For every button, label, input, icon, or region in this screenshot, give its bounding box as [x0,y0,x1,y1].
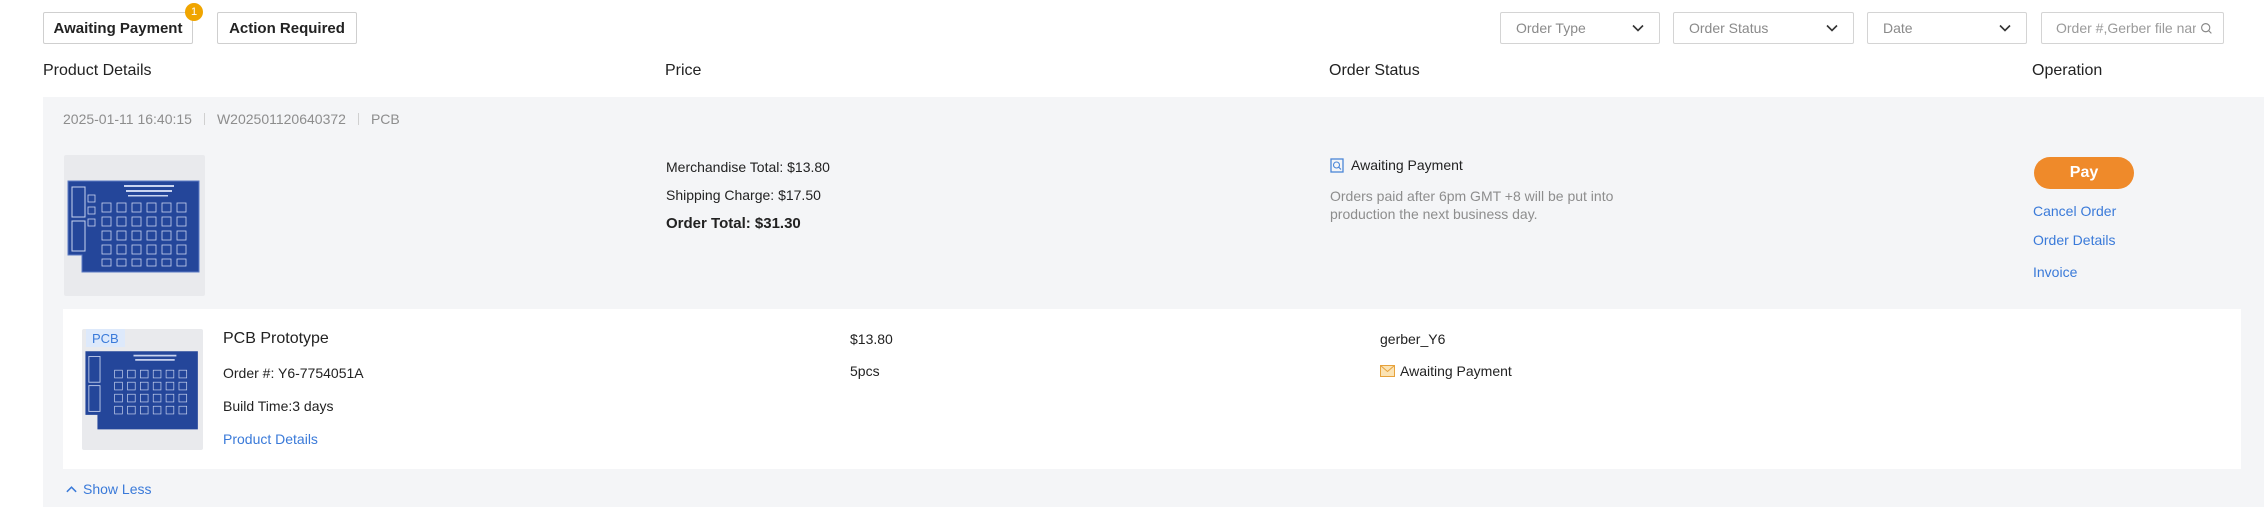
pcb-tag: PCB [86,329,125,347]
order-category: PCB [370,111,400,127]
search-icon[interactable] [2200,21,2213,36]
merchandise-total: Merchandise Total: $13.80 [666,159,830,175]
shipping-charge: Shipping Charge: $17.50 [666,187,821,203]
item-build-time: Build Time:3 days [223,398,334,414]
pcb-board-image [67,180,200,273]
pcb-board-image [85,351,198,430]
pay-button[interactable]: Pay [2034,157,2134,189]
order-search-box[interactable] [2041,12,2224,44]
tab-awaiting-payment-label: Awaiting Payment [53,19,183,37]
order-total: Order Total: $31.30 [666,215,801,232]
column-header-product: Product Details [43,62,152,79]
column-header-operation: Operation [2032,62,2103,79]
tab-awaiting-payment[interactable]: Awaiting Payment 1 [43,3,203,44]
production-note: Orders paid after 6pm GMT +8 will be put… [1330,188,1614,222]
invoice-link[interactable]: Invoice [2033,264,2077,280]
item-pcb-thumbnail [82,329,203,450]
order-pcb-thumbnail [64,155,205,296]
meta-divider [357,113,359,125]
item-status-label: Awaiting Payment [1400,363,1512,379]
column-header-order-status: Order Status [1329,62,1420,79]
item-gerber-file: gerber_Y6 [1380,331,1446,347]
hourglass-icon [1330,157,1344,173]
order-search-input[interactable] [2056,20,2196,36]
product-details-link[interactable]: Product Details [223,431,318,447]
item-title: PCB Prototype [223,330,329,347]
order-status-block: Awaiting Payment Orders paid after 6pm G… [1330,157,1620,223]
column-header-price: Price [665,62,702,79]
order-status-select[interactable]: Order Status [1673,12,1854,44]
meta-divider [203,113,205,125]
tab-action-required-label: Action Required [229,19,345,37]
order-item-panel [63,309,2241,469]
show-less-label: Show Less [83,481,152,497]
chevron-down-icon [1632,24,1644,32]
date-select[interactable]: Date [1867,12,2027,44]
order-details-link[interactable]: Order Details [2033,232,2115,248]
show-less-toggle[interactable]: Show Less [65,481,151,497]
order-status-label: Awaiting Payment [1351,157,1463,173]
order-type-select[interactable]: Order Type [1500,12,1660,44]
order-type-select-label: Order Type [1516,20,1586,36]
chevron-down-icon [1999,24,2011,32]
chevron-down-icon [1826,24,1838,32]
order-number: W202501120640372 [216,111,346,127]
order-date: 2025-01-11 16:40:15 [63,111,192,127]
tab-action-required[interactable]: Action Required [217,12,357,44]
chevron-up-icon [66,485,77,492]
date-select-label: Date [1883,20,1913,36]
envelope-icon [1380,365,1395,377]
item-status: Awaiting Payment [1380,363,1512,379]
order-card: 2025-01-11 16:40:15 W202501120640372 PCB [43,97,2264,507]
item-quantity: 5pcs [850,363,880,379]
cancel-order-link[interactable]: Cancel Order [2033,203,2116,219]
item-order-number: Order #: Y6-7754051A [223,365,364,381]
awaiting-payment-count-badge: 1 [185,3,203,21]
order-status-select-label: Order Status [1689,20,1769,36]
order-meta-row: 2025-01-11 16:40:15 W202501120640372 PCB [63,111,400,127]
order-status: Awaiting Payment [1330,157,1620,173]
item-price: $13.80 [850,331,893,347]
